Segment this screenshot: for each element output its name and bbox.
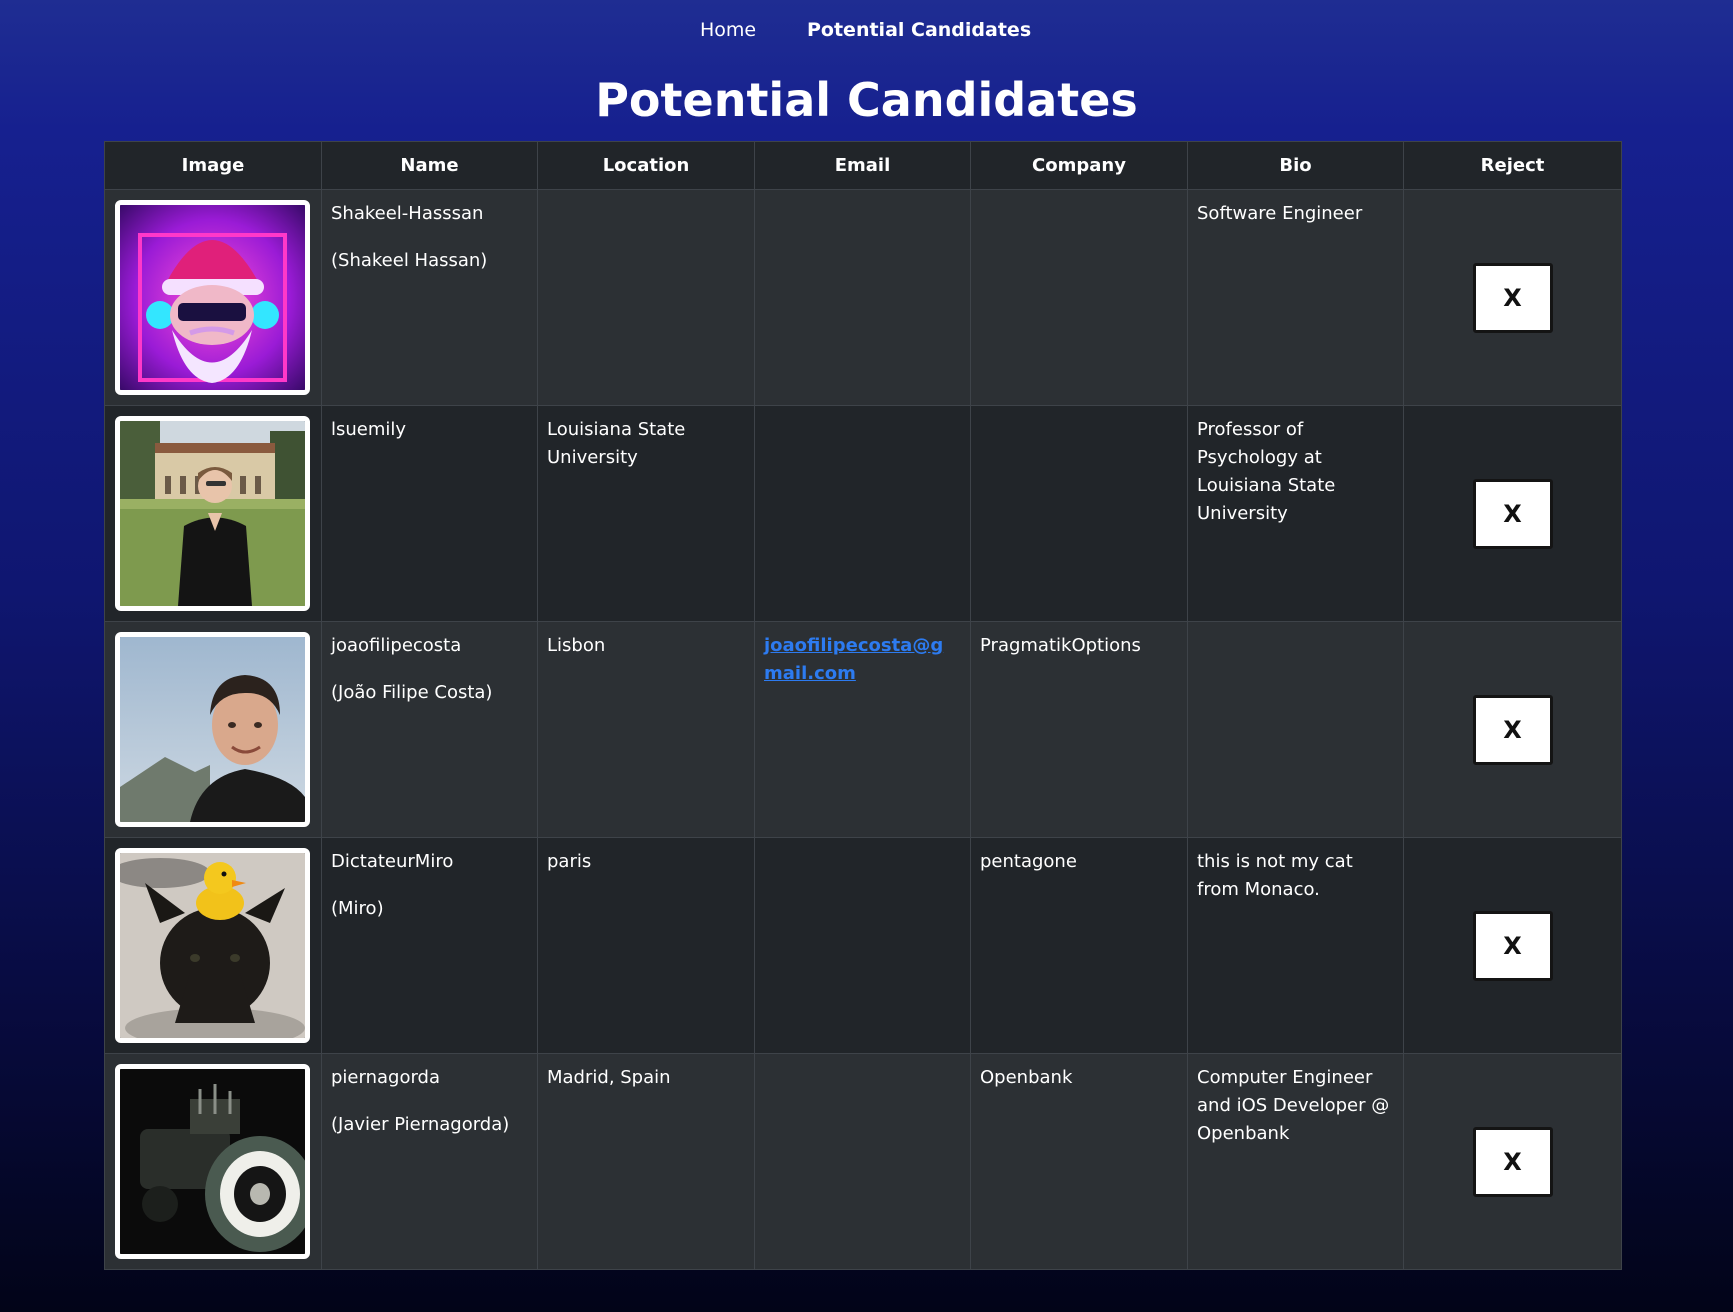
- email-cell: [754, 405, 971, 622]
- header-row: Image Name Location Email Company Bio Re…: [104, 141, 1622, 190]
- table-row: Shakeel-Hasssan (Shakeel Hassan) Softwar…: [104, 189, 1622, 406]
- page-title: Potential Candidates: [595, 73, 1138, 127]
- column-header-image: Image: [104, 141, 322, 190]
- location-cell: Louisiana State University: [537, 405, 755, 622]
- nav-potential-candidates-link[interactable]: Potential Candidates: [807, 19, 1031, 41]
- candidate-login: lsuemily: [331, 419, 407, 440]
- hotrod-wheel-avatar: [115, 1064, 310, 1259]
- bio-cell: this is not my cat from Monaco.: [1187, 837, 1404, 1054]
- email-cell: [754, 1053, 971, 1270]
- email-cell: [754, 189, 971, 406]
- reject-cell: X: [1403, 837, 1622, 1054]
- candidate-login: DictateurMiro: [331, 851, 454, 872]
- reject-cell: X: [1403, 1053, 1622, 1270]
- image-cell: [104, 1053, 322, 1270]
- candidate-login: Shakeel-Hasssan: [331, 203, 484, 224]
- company-cell: [970, 405, 1188, 622]
- campus-portrait-avatar: [115, 416, 310, 611]
- bio-cell: Professor of Psychology at Louisiana Sta…: [1187, 405, 1404, 622]
- reject-button[interactable]: X: [1472, 910, 1553, 981]
- image-cell: [104, 405, 322, 622]
- candidate-login: joaofilipecosta: [331, 635, 462, 656]
- email-link[interactable]: joaofilipecosta@gmail.com: [764, 635, 943, 684]
- campus-portrait-image: [120, 421, 305, 606]
- hotrod-wheel-image: [120, 1069, 305, 1254]
- column-header-email: Email: [754, 141, 971, 190]
- company-cell: Openbank: [970, 1053, 1188, 1270]
- name-cell: lsuemily: [321, 405, 538, 622]
- reject-button[interactable]: X: [1472, 478, 1553, 549]
- table-row: piernagorda (Javier Piernagorda) Madrid,…: [104, 1053, 1622, 1270]
- reject-cell: X: [1403, 405, 1622, 622]
- nav-home-link[interactable]: Home: [700, 19, 756, 41]
- candidate-full-name: (Shakeel Hassan): [331, 250, 488, 271]
- email-cell: [754, 837, 971, 1054]
- man-portrait-avatar: [115, 632, 310, 827]
- image-cell: [104, 621, 322, 838]
- email-cell: joaofilipecosta@gmail.com: [754, 621, 971, 838]
- reject-button[interactable]: X: [1472, 262, 1553, 333]
- table-row: lsuemily Louisiana State University Prof…: [104, 405, 1622, 622]
- bio-cell: [1187, 621, 1404, 838]
- name-cell: piernagorda (Javier Piernagorda): [321, 1053, 538, 1270]
- candidate-full-name: (Miro): [331, 898, 384, 919]
- reject-button[interactable]: X: [1472, 694, 1553, 765]
- name-cell: joaofilipecosta (João Filipe Costa): [321, 621, 538, 838]
- table-header: Image Name Location Email Company Bio Re…: [104, 141, 1622, 190]
- image-cell: [104, 837, 322, 1054]
- reject-button[interactable]: X: [1472, 1126, 1553, 1197]
- table-row: DictateurMiro (Miro) paris pentagone thi…: [104, 837, 1622, 1054]
- cat-with-duck-avatar: [115, 848, 310, 1043]
- company-cell: [970, 189, 1188, 406]
- column-header-company: Company: [970, 141, 1188, 190]
- candidate-login: piernagorda: [331, 1067, 441, 1088]
- candidate-full-name: (João Filipe Costa): [331, 682, 493, 703]
- column-header-reject: Reject: [1403, 141, 1622, 190]
- location-cell: Madrid, Spain: [537, 1053, 755, 1270]
- candidates-table: Image Name Location Email Company Bio Re…: [104, 141, 1622, 1270]
- table-row: joaofilipecosta (João Filipe Costa) Lisb…: [104, 621, 1622, 838]
- santa-dj-avatar: [115, 200, 310, 395]
- location-cell: paris: [537, 837, 755, 1054]
- company-cell: pentagone: [970, 837, 1188, 1054]
- bio-cell: Computer Engineer and iOS Developer @ Op…: [1187, 1053, 1404, 1270]
- table-body: Shakeel-Hasssan (Shakeel Hassan) Softwar…: [104, 189, 1622, 1270]
- candidate-full-name: (Javier Piernagorda): [331, 1114, 510, 1135]
- company-cell: PragmatikOptions: [970, 621, 1188, 838]
- reject-cell: X: [1403, 621, 1622, 838]
- nav-bar: Home Potential Candidates: [0, 19, 1733, 47]
- santa-dj-image: [120, 205, 305, 390]
- column-header-bio: Bio: [1187, 141, 1404, 190]
- location-cell: [537, 189, 755, 406]
- column-header-location: Location: [537, 141, 755, 190]
- name-cell: DictateurMiro (Miro): [321, 837, 538, 1054]
- image-cell: [104, 189, 322, 406]
- man-portrait-image: [120, 637, 305, 822]
- name-cell: Shakeel-Hasssan (Shakeel Hassan): [321, 189, 538, 406]
- bio-cell: Software Engineer: [1187, 189, 1404, 406]
- column-header-name: Name: [321, 141, 538, 190]
- location-cell: Lisbon: [537, 621, 755, 838]
- cat-with-duck-image: [120, 853, 305, 1038]
- reject-cell: X: [1403, 189, 1622, 406]
